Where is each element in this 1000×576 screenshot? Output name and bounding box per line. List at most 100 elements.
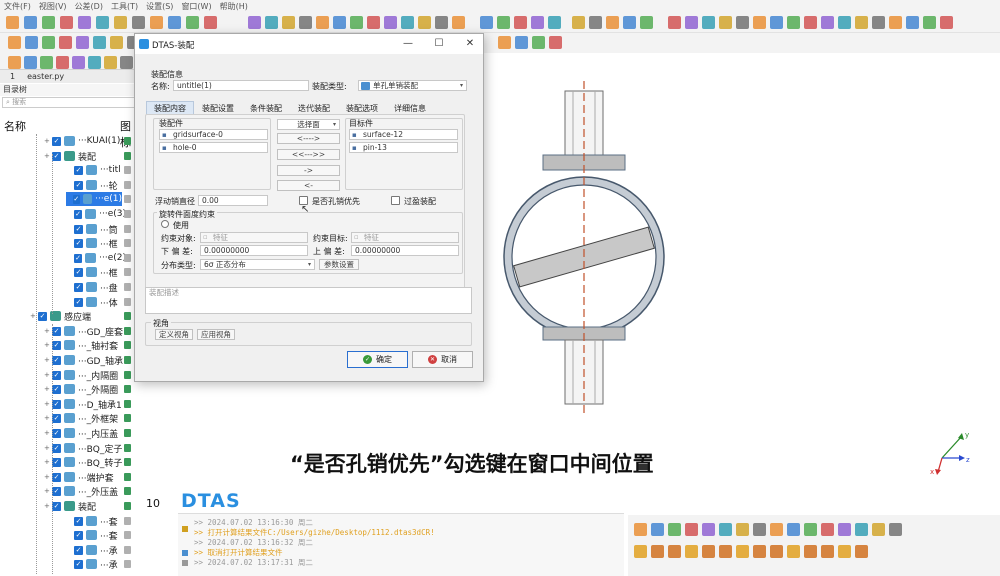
checkbox-icon[interactable]: ✓ [52, 457, 61, 467]
expand-icon[interactable]: + [44, 152, 52, 160]
move-left-button[interactable]: <- [277, 180, 340, 191]
main-tool-icon[interactable] [168, 16, 181, 29]
main-tool-icon[interactable] [401, 16, 414, 29]
tree-item[interactable]: ✓ ···轮 [66, 178, 126, 192]
minimize-icon[interactable]: — [399, 37, 417, 51]
secondary-tool-icon[interactable] [42, 36, 55, 49]
expand-icon[interactable]: + [44, 458, 52, 466]
tertiary-tool-icon[interactable] [56, 56, 69, 69]
tree-item[interactable]: + ✓ ···GD_座套 [44, 324, 126, 338]
shape-tool-icon[interactable] [736, 545, 749, 558]
checkbox-icon[interactable]: ✓ [74, 297, 83, 307]
tree-item[interactable]: ✓ ···框 [66, 265, 126, 279]
checkbox-icon[interactable]: ✓ [74, 165, 83, 175]
main-tool-icon[interactable] [248, 16, 261, 29]
main-tool-icon[interactable] [60, 16, 73, 29]
main-tool-icon[interactable] [855, 16, 868, 29]
tree-item[interactable]: ✓ ···套 [66, 514, 126, 528]
checkbox-icon[interactable]: ✓ [52, 399, 61, 409]
tree-item[interactable]: + ✓ ···_内隔圈 [44, 368, 126, 382]
checkbox-icon[interactable]: ✓ [74, 267, 83, 277]
checkbox-icon[interactable]: ✓ [52, 486, 61, 496]
expand-icon[interactable]: + [44, 502, 52, 510]
tree-item[interactable]: ✓ ···盘 [66, 280, 126, 294]
main-tool-icon[interactable] [872, 16, 885, 29]
checkbox-icon[interactable]: ✓ [52, 472, 61, 482]
expand-icon[interactable]: + [44, 371, 52, 379]
secondary-tool-icon[interactable] [59, 36, 72, 49]
tree-item[interactable]: + ✓ ···_外隔圈 [44, 382, 126, 396]
maximize-icon[interactable]: ☐ [430, 37, 448, 51]
tree-item[interactable]: + ✓ ···端护套 [44, 470, 126, 484]
tree-item[interactable]: + ✓ ···GD_轴承 [44, 353, 126, 367]
main-tool-icon[interactable] [42, 16, 55, 29]
shape-tool-icon[interactable] [855, 545, 868, 558]
menu-item-5[interactable]: 窗口(W) [181, 1, 211, 12]
main-tool-icon[interactable] [132, 16, 145, 29]
main-tool-icon[interactable] [204, 16, 217, 29]
main-tool-icon[interactable] [889, 16, 902, 29]
tree-item[interactable]: ✓ ···承 [66, 557, 126, 571]
view-tool-icon[interactable] [821, 523, 834, 536]
view-tool-icon[interactable] [872, 523, 885, 536]
constraint-target-input[interactable]: ▫ 特征 [351, 232, 459, 243]
view-tool-icon[interactable] [855, 523, 868, 536]
secondary-tool-icon[interactable] [549, 36, 562, 49]
cancel-button[interactable]: ✕ 取消 [412, 351, 473, 368]
secondary-tool-icon[interactable] [93, 36, 106, 49]
secondary-tool-icon[interactable] [110, 36, 123, 49]
main-tool-icon[interactable] [548, 16, 561, 29]
main-tool-icon[interactable] [418, 16, 431, 29]
secondary-tool-icon[interactable] [498, 36, 511, 49]
distribution-select[interactable]: 6σ 正态分布 ▾ [200, 259, 315, 270]
view-tool-icon[interactable] [838, 523, 851, 536]
main-tool-icon[interactable] [186, 16, 199, 29]
tree-item[interactable]: ✓ ···e(2) [66, 251, 126, 265]
menu-item-6[interactable]: 帮助(H) [220, 1, 248, 12]
main-tool-icon[interactable] [719, 16, 732, 29]
main-tool-icon[interactable] [531, 16, 544, 29]
main-tool-icon[interactable] [333, 16, 346, 29]
main-tool-icon[interactable] [265, 16, 278, 29]
checkbox-icon[interactable]: ✓ [74, 559, 83, 569]
main-tool-icon[interactable] [480, 16, 493, 29]
tree-item[interactable]: + ✓ ···_内压盖 [44, 426, 126, 440]
main-tool-icon[interactable] [589, 16, 602, 29]
overfill-checkbox[interactable] [391, 196, 400, 205]
tree-item[interactable]: + ✓ ···KUAI(1) [44, 134, 126, 148]
secondary-tool-icon[interactable] [76, 36, 89, 49]
shape-tool-icon[interactable] [787, 545, 800, 558]
tree-item[interactable]: ✓ ···体 [66, 295, 126, 309]
main-tool-icon[interactable] [804, 16, 817, 29]
checkbox-icon[interactable]: ✓ [73, 253, 83, 263]
main-tool-icon[interactable] [78, 16, 91, 29]
menu-item-4[interactable]: 设置(S) [146, 1, 173, 12]
shape-tool-icon[interactable] [719, 545, 732, 558]
main-tool-icon[interactable] [753, 16, 766, 29]
tree-item[interactable]: + ✓ ···BQ_定子 [44, 441, 126, 455]
tertiary-tool-icon[interactable] [40, 56, 53, 69]
expand-icon[interactable]: + [44, 341, 52, 349]
tree-item[interactable]: + ✓ ···D_轴承1 [44, 397, 126, 411]
tree-item[interactable]: ✓ ···titl [66, 163, 126, 177]
tree-item[interactable]: + ✓ ···_轴衬套 [44, 338, 126, 352]
checkbox-icon[interactable]: ✓ [52, 151, 61, 161]
tree-item[interactable]: + ✓ ···BQ_转子 [44, 455, 126, 469]
shape-tool-icon[interactable] [685, 545, 698, 558]
checkbox-icon[interactable]: ✓ [74, 224, 83, 234]
view-tool-icon[interactable] [668, 523, 681, 536]
checkbox-icon[interactable]: ✓ [52, 355, 61, 365]
tree-item[interactable]: + ✓ 感应端 [30, 309, 126, 323]
menu-item-0[interactable]: 文件(F) [4, 1, 31, 12]
checkbox-icon[interactable]: ✓ [52, 501, 61, 511]
checkbox-icon[interactable]: ✓ [52, 443, 61, 453]
shape-tool-icon[interactable] [804, 545, 817, 558]
part-item-0[interactable]: ▪ gridsurface-0 [159, 129, 268, 140]
tree-search-input[interactable]: ⌕ 搜索 [2, 97, 136, 108]
checkbox-icon[interactable]: ✓ [52, 370, 61, 380]
tree-item[interactable]: + ✓ ···_外压盖 [44, 484, 126, 498]
shape-tool-icon[interactable] [838, 545, 851, 558]
main-tool-icon[interactable] [367, 16, 380, 29]
secondary-tool-icon[interactable] [25, 36, 38, 49]
checkbox-icon[interactable]: ✓ [74, 516, 83, 526]
